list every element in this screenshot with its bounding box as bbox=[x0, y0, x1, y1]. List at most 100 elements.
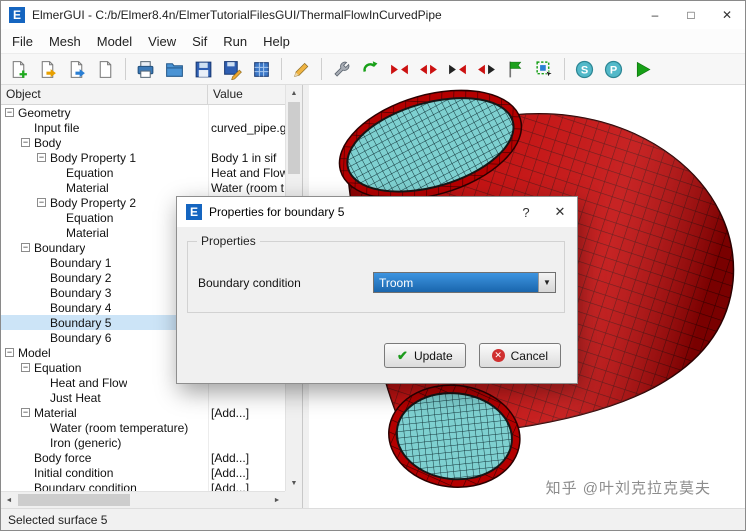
tree-row-water-room-temperature[interactable]: Water (room temperature) bbox=[1, 420, 285, 435]
tree-row-material[interactable]: − Material [Add...] bbox=[1, 405, 285, 420]
tree-expander-icon[interactable]: − bbox=[21, 408, 30, 417]
tree-row-initial-condition[interactable]: Initial condition [Add...] bbox=[1, 465, 285, 480]
page-plus-icon bbox=[12, 60, 27, 78]
tree-row-boundary-condition[interactable]: Boundary condition [Add...] bbox=[1, 480, 285, 492]
dialog-close-button[interactable]: ✕ bbox=[543, 197, 577, 227]
status-text: Selected surface 5 bbox=[8, 512, 108, 527]
tree-expander-icon[interactable]: − bbox=[37, 198, 46, 207]
tree-row-just-heat[interactable]: Just Heat bbox=[1, 390, 285, 405]
menu-item-help[interactable]: Help bbox=[255, 31, 298, 52]
toolbar-selection-box-button[interactable] bbox=[531, 56, 558, 83]
toolbar-separator bbox=[564, 58, 565, 80]
menu-item-sif[interactable]: Sif bbox=[184, 31, 215, 52]
update-button[interactable]: ✔ Update bbox=[384, 343, 466, 368]
app-logo-icon: E bbox=[9, 7, 25, 23]
toolbar-unify-edge-button[interactable] bbox=[473, 56, 500, 83]
groupbox-label: Properties bbox=[197, 234, 260, 248]
menu-item-file[interactable]: File bbox=[4, 31, 41, 52]
tree-expander-icon[interactable]: − bbox=[21, 363, 30, 372]
toolbar-edit-sif-button[interactable] bbox=[288, 56, 315, 83]
toolbar-save-as-button[interactable] bbox=[219, 56, 246, 83]
tree-expander-icon[interactable]: − bbox=[5, 348, 14, 357]
tree-row-body[interactable]: − Body bbox=[1, 135, 285, 150]
tree-label: Water (room temperature) bbox=[50, 420, 189, 435]
tree-expander-icon[interactable]: − bbox=[37, 153, 46, 162]
menu-item-view[interactable]: View bbox=[140, 31, 184, 52]
scroll-up-icon[interactable]: ▲ bbox=[286, 85, 302, 101]
scroll-track[interactable] bbox=[131, 492, 269, 508]
tree-label: Boundary 1 bbox=[50, 255, 112, 270]
boundary-condition-label: Boundary condition bbox=[198, 276, 301, 290]
flag-green-icon bbox=[509, 61, 522, 77]
toolbar-open-folder-button[interactable] bbox=[161, 56, 188, 83]
close-button[interactable]: ✕ bbox=[709, 1, 745, 29]
play-green-icon bbox=[636, 61, 651, 77]
menu-bar: File Mesh Model View Sif Run Help bbox=[1, 29, 745, 54]
toolbar-save-project-button[interactable] bbox=[190, 56, 217, 83]
scroll-left-icon[interactable]: ◄ bbox=[1, 492, 17, 508]
tree-expander-icon[interactable]: − bbox=[21, 138, 30, 147]
dialog-help-button[interactable]: ? bbox=[509, 197, 543, 227]
toolbar: SP bbox=[1, 54, 745, 85]
toolbar-surface-mesh-toggle-button[interactable] bbox=[502, 56, 529, 83]
toolbar-open-project-button[interactable] bbox=[34, 56, 61, 83]
arrows-red-out-icon bbox=[420, 64, 437, 74]
vertical-scroll-thumb[interactable] bbox=[288, 102, 300, 174]
toolbar-separator bbox=[125, 58, 126, 80]
arrow-green-icon bbox=[363, 60, 378, 72]
tree-value: Heat and Flow bbox=[211, 165, 285, 180]
circle-p-icon: P bbox=[604, 60, 623, 78]
boundary-condition-select[interactable]: Troom ▼ bbox=[373, 272, 556, 293]
tree-row-body-force[interactable]: Body force [Add...] bbox=[1, 450, 285, 465]
tree-expander-icon[interactable]: − bbox=[5, 108, 14, 117]
title-bar: E ElmerGUI - C:/b/Elmer8.4n/ElmerTutoria… bbox=[1, 1, 745, 29]
tree-row-equation[interactable]: Equation Heat and Flow bbox=[1, 165, 285, 180]
tree-label: Boundary 5 bbox=[50, 315, 112, 330]
toolbar-unify-surface-button[interactable] bbox=[415, 56, 442, 83]
tree-label: Initial condition bbox=[34, 465, 114, 480]
update-button-label: Update bbox=[413, 348, 453, 363]
toolbar-run-solver-button[interactable] bbox=[629, 56, 656, 83]
elmergui-window: E ElmerGUI - C:/b/Elmer8.4n/ElmerTutoria… bbox=[0, 0, 746, 531]
dialog-title-bar[interactable]: E Properties for boundary 5 ? ✕ bbox=[177, 197, 577, 227]
tree-row-body-property-1[interactable]: − Body Property 1 Body 1 in sif bbox=[1, 150, 285, 165]
toolbar-divide-edge-button[interactable] bbox=[444, 56, 471, 83]
tree-row-iron-generic[interactable]: Iron (generic) bbox=[1, 435, 285, 450]
maximize-button[interactable]: □ bbox=[673, 1, 709, 29]
tree-label: Heat and Flow bbox=[50, 375, 128, 390]
scroll-down-icon[interactable]: ▼ bbox=[286, 475, 302, 491]
toolbar-new-file-button[interactable] bbox=[92, 56, 119, 83]
toolbar-generate-sif-button[interactable]: S bbox=[571, 56, 598, 83]
tree-label: Body Property 1 bbox=[50, 150, 137, 165]
combo-selected-value: Troom bbox=[374, 273, 538, 292]
chevron-down-icon[interactable]: ▼ bbox=[538, 273, 555, 292]
cancel-button[interactable]: ✕ Cancel bbox=[478, 343, 561, 368]
arrows-red-in-icon bbox=[391, 64, 408, 74]
printer-icon bbox=[137, 60, 154, 78]
toolbar-new-project-button[interactable] bbox=[5, 56, 32, 83]
tree-label: Boundary condition bbox=[34, 480, 137, 492]
toolbar-divide-surface-button[interactable] bbox=[386, 56, 413, 83]
check-icon: ✔ bbox=[397, 347, 408, 363]
scroll-right-icon[interactable]: ► bbox=[269, 492, 285, 508]
toolbar-load-mesh-button[interactable] bbox=[63, 56, 90, 83]
menu-item-run[interactable]: Run bbox=[215, 31, 255, 52]
toolbar-postprocessor-button[interactable]: P bbox=[600, 56, 627, 83]
tree-expander-icon[interactable]: − bbox=[21, 243, 30, 252]
tree-row-material[interactable]: Material Water (room t bbox=[1, 180, 285, 195]
menu-item-mesh[interactable]: Mesh bbox=[41, 31, 89, 52]
horizontal-scroll-thumb[interactable] bbox=[18, 494, 130, 506]
tree-row-input-file[interactable]: Input file curved_pipe.g bbox=[1, 120, 285, 135]
toolbar-mesh-tools-button[interactable] bbox=[328, 56, 355, 83]
circle-s-icon: S bbox=[575, 60, 594, 78]
toolbar-model-summary-button[interactable] bbox=[248, 56, 275, 83]
tree-horizontal-scrollbar[interactable]: ◄ ► bbox=[1, 491, 285, 508]
toolbar-remesh-button[interactable] bbox=[357, 56, 384, 83]
toolbar-print-button[interactable] bbox=[132, 56, 159, 83]
grid-blue-icon bbox=[254, 61, 269, 77]
minimize-button[interactable]: – bbox=[637, 1, 673, 29]
tree-row-geometry[interactable]: − Geometry bbox=[1, 105, 285, 120]
column-header-object[interactable]: Object bbox=[1, 85, 208, 104]
menu-item-model[interactable]: Model bbox=[89, 31, 140, 52]
tree-label: Iron (generic) bbox=[50, 435, 122, 450]
